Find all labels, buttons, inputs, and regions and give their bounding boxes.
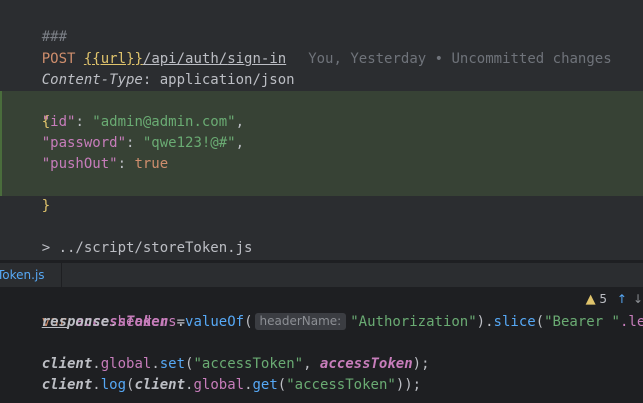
paren: ( (277, 377, 287, 393)
json-sep: : (126, 135, 143, 151)
json-key: "password" (41, 135, 127, 151)
client-obj: client (134, 377, 186, 393)
body-field-pushout: "pushOut": true (8, 154, 643, 175)
response-obj: response (41, 314, 110, 330)
close-brace: } (41, 198, 51, 214)
json-trail: , (235, 135, 245, 151)
http-request-editor[interactable]: ### POST {{url}}/api/auth/sign-in You, Ye… (0, 0, 643, 260)
authorization-string: "Authorization" (350, 314, 477, 330)
log-fn: log (100, 377, 127, 393)
dot: . (244, 377, 253, 393)
get-fn: get (252, 377, 278, 393)
response-handler-line[interactable]: > ../script/storeToken.js (8, 217, 643, 256)
code-line-1: var accessToken = (8, 291, 643, 330)
dot: . (176, 314, 186, 330)
json-value: "qwe123!@#" (142, 135, 236, 151)
code-line-4: client.log(client.global.get("accessToke… (8, 354, 643, 393)
parameter-hint: headerName: (254, 313, 347, 330)
json-sep: : (75, 114, 93, 130)
body-field-password: "password": "qwe123!@#", (8, 133, 643, 154)
header-line: Content-Type: application/json (8, 49, 643, 88)
request-separator: ### (8, 6, 643, 45)
code-line-2: response.headers.valueOf(headerName: "Aut… (8, 312, 643, 333)
dot: . (109, 314, 118, 330)
body-close-line: } (8, 175, 643, 214)
json-trail: , (235, 114, 245, 130)
length-member: .length (619, 314, 643, 330)
client-obj: client (41, 377, 93, 393)
js-script-editor[interactable]: ▲ 5 ↑ ↓ var accessToken = response.header… (0, 288, 643, 403)
json-key: "pushOut" (41, 156, 118, 172)
tab-storetoken-js[interactable]: Token.js (0, 263, 62, 287)
slice-fn: slice (493, 314, 536, 330)
headers-member: headers (117, 314, 177, 330)
json-sep: : (117, 156, 135, 172)
request-line: POST {{url}}/api/auth/sign-in You, Yester… (8, 28, 643, 67)
dot: . (92, 377, 101, 393)
paren: )); (395, 377, 422, 393)
code-line-3: client.global.set("accessToken", accessT… (8, 333, 643, 372)
body-field-id: "id": "admin@admin.com", (8, 112, 643, 133)
editor-tab-bar: Token.js (0, 263, 643, 288)
body-open-line: { (8, 91, 643, 130)
header-name: Content-Type (41, 72, 143, 88)
response-handler-path[interactable]: > ../script/storeToken.js (42, 240, 253, 256)
global-member: global (193, 377, 245, 393)
change-gutter-marker[interactable] (0, 91, 2, 196)
access-token-string: "accessToken" (286, 377, 396, 393)
paren: ( (535, 314, 545, 330)
tab-label: Token.js (0, 268, 45, 282)
valueof-fn: valueOf (185, 314, 245, 330)
json-value: "admin@admin.com" (92, 114, 236, 130)
json-value: true (134, 156, 169, 172)
paren: ( (244, 314, 253, 330)
paren: ). (476, 314, 494, 330)
bearer-string: "Bearer " (544, 314, 620, 330)
json-key: "id" (41, 114, 76, 130)
header-value: : application/json (142, 72, 295, 88)
